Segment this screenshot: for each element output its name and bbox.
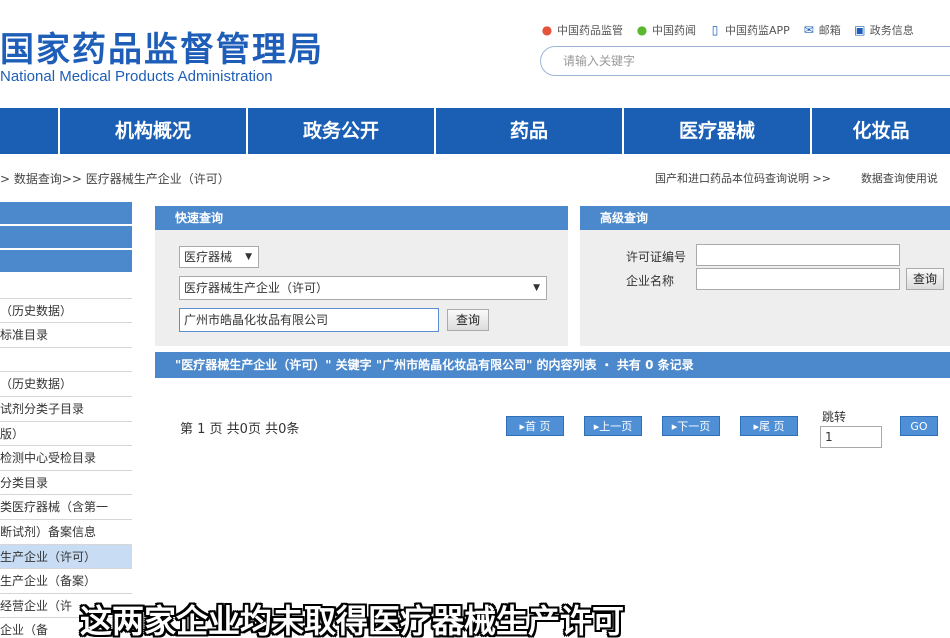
site-search-input[interactable]: 请输入关键字 bbox=[540, 46, 950, 76]
caret-down-icon: ▼ bbox=[533, 283, 540, 293]
quick-search-panel: 快速查询 医疗器械 ▼ 医疗器械生产企业（许可） ▼ 广州市皓晶化妆品有限公司 … bbox=[155, 206, 568, 346]
top-link-label: 中国药闻 bbox=[652, 24, 696, 37]
pagination-info: 第 1 页 共0页 共0条 bbox=[180, 422, 300, 437]
main-nav: 机构概况 政务公开 药品 医疗器械 化妆品 bbox=[0, 108, 950, 154]
database-select-value: 医疗器械生产企业（许可） bbox=[184, 281, 329, 295]
keyword-input[interactable]: 广州市皓晶化妆品有限公司 bbox=[179, 308, 439, 332]
last-page-button[interactable]: ▸尾 页 bbox=[740, 416, 798, 436]
sidebar-item[interactable]: 生产企业（备案） bbox=[0, 569, 132, 594]
sidebar-item[interactable]: 版） bbox=[0, 421, 132, 447]
top-link-wechat[interactable]: ● 中国药闻 bbox=[635, 22, 696, 38]
quick-search-title: 快速查询 bbox=[155, 206, 568, 230]
quick-search-button[interactable]: 查询 bbox=[447, 309, 489, 331]
caret-down-icon: ▼ bbox=[245, 252, 252, 262]
info-icon: ▣ bbox=[854, 23, 866, 37]
first-page-label: 首 页 bbox=[525, 420, 551, 433]
advanced-search-button[interactable]: 查询 bbox=[906, 268, 944, 290]
sidebar-item[interactable] bbox=[0, 274, 132, 299]
jump-page-input[interactable]: 1 bbox=[820, 426, 882, 448]
advanced-search-panel: 高级查询 许可证编号 企业名称 查询 bbox=[580, 206, 950, 346]
category-select-value: 医疗器械 bbox=[184, 250, 233, 264]
nav-item-home[interactable] bbox=[0, 108, 60, 154]
top-link-label: 邮箱 bbox=[818, 24, 841, 37]
breadcrumb-links: 国产和进口药品本位码查询说明 >> 数据查询使用说 bbox=[655, 170, 938, 186]
sidebar-item[interactable]: （历史数据） bbox=[0, 372, 132, 397]
breadcrumb: > 数据查询>> 医疗器械生产企业（许可） bbox=[0, 172, 230, 186]
license-number-input[interactable] bbox=[696, 244, 900, 266]
top-link-weibo[interactable]: ● 中国药品监管 bbox=[540, 22, 623, 38]
nav-item-drugs[interactable]: 药品 bbox=[436, 108, 624, 154]
sidebar-item[interactable]: 断试剂）备案信息 bbox=[0, 519, 132, 545]
page-root: 国家药品监督管理局 National Medical Products Admi… bbox=[0, 0, 950, 638]
sidebar-item-active[interactable]: 生产企业（许可） bbox=[0, 544, 132, 570]
weibo-icon: ● bbox=[541, 23, 553, 37]
top-link-mail[interactable]: ✉ 邮箱 bbox=[802, 22, 841, 38]
wechat-icon: ● bbox=[636, 23, 648, 37]
sidebar: （历史数据） 标准目录 （历史数据） 试剂分类子目录 版） 检测中心受检目录 分… bbox=[0, 202, 132, 638]
next-page-button[interactable]: ▸下一页 bbox=[662, 416, 720, 436]
sidebar-item[interactable]: 类医疗器械（含第一 bbox=[0, 495, 132, 520]
category-select[interactable]: 医疗器械 ▼ bbox=[179, 246, 259, 268]
prev-page-button[interactable]: ▸上一页 bbox=[584, 416, 642, 436]
database-select[interactable]: 医疗器械生产企业（许可） ▼ bbox=[179, 276, 547, 300]
advanced-search-title: 高级查询 bbox=[580, 206, 950, 230]
nav-item-government-affairs[interactable]: 政务公开 bbox=[248, 108, 436, 154]
drug-code-help-link[interactable]: 国产和进口药品本位码查询说明 >> bbox=[655, 170, 831, 186]
last-page-label: 尾 页 bbox=[759, 420, 785, 433]
license-number-label: 许可证编号 bbox=[626, 250, 687, 264]
sidebar-item[interactable]: 检测中心受检目录 bbox=[0, 446, 132, 471]
top-link-label: 政务信息 bbox=[869, 24, 914, 37]
top-link-app[interactable]: ▯ 中国药监APP bbox=[708, 22, 790, 38]
sidebar-header bbox=[0, 202, 132, 226]
nav-item-organization[interactable]: 机构概况 bbox=[60, 108, 248, 154]
prev-page-label: 上一页 bbox=[599, 420, 633, 433]
top-link-label: 中国药监APP bbox=[725, 24, 790, 37]
sidebar-item[interactable]: 标准目录 bbox=[0, 323, 132, 348]
site-logo-subtitle: National Medical Products Administration bbox=[0, 68, 273, 85]
sidebar-item[interactable]: 试剂分类子目录 bbox=[0, 396, 132, 422]
first-page-button[interactable]: ▸首 页 bbox=[506, 416, 564, 436]
company-name-label: 企业名称 bbox=[626, 274, 675, 288]
sidebar-item[interactable]: 分类目录 bbox=[0, 470, 132, 496]
nav-item-cosmetics[interactable]: 化妆品 bbox=[812, 108, 950, 154]
top-link-label: 中国药品监管 bbox=[557, 24, 623, 37]
nav-item-medical-devices[interactable]: 医疗器械 bbox=[624, 108, 812, 154]
sidebar-item[interactable]: （历史数据） bbox=[0, 298, 132, 324]
video-subtitle: 这两家企业均未取得医疗器械生产许可 bbox=[80, 602, 625, 638]
phone-icon: ▯ bbox=[711, 23, 719, 37]
data-query-help-link[interactable]: 数据查询使用说 bbox=[861, 170, 938, 186]
site-logo-title[interactable]: 国家药品监督管理局 bbox=[0, 22, 324, 71]
top-links: ● 中国药品监管 ● 中国药闻 ▯ 中国药监APP ✉ 邮箱 ▣ 政务信息 bbox=[540, 22, 914, 38]
sidebar-item[interactable] bbox=[0, 347, 132, 373]
go-button[interactable]: GO bbox=[900, 416, 938, 436]
sidebar-header bbox=[0, 226, 132, 250]
top-link-info[interactable]: ▣ 政务信息 bbox=[853, 22, 914, 38]
sidebar-header bbox=[0, 250, 132, 274]
results-summary: "医疗器械生产企业（许可）" 关键字 "广州市皓晶化妆品有限公司" 的内容列表 … bbox=[155, 352, 950, 378]
jump-label: 跳转 bbox=[822, 410, 847, 424]
mail-icon: ✉ bbox=[803, 23, 814, 37]
company-name-input[interactable] bbox=[696, 268, 900, 290]
next-page-label: 下一页 bbox=[677, 420, 711, 433]
